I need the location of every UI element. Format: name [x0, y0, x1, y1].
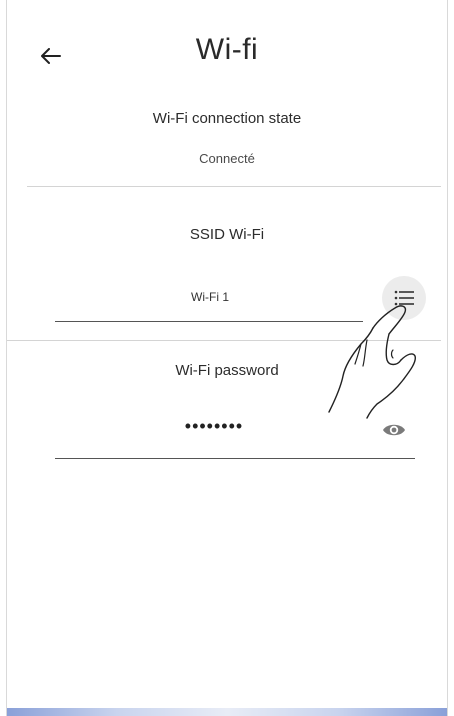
ssid-label: SSID Wi-Fi [189, 226, 265, 243]
toggle-password-visibility-button[interactable] [379, 418, 409, 442]
ssid-input[interactable] [143, 284, 277, 310]
divider [27, 186, 441, 187]
password-input-underline [55, 458, 415, 459]
wifi-settings-screen: Wi-fi Wi-Fi connection state Connecté SS… [6, 0, 448, 716]
connection-state-label: Wi-Fi connection state [152, 110, 302, 127]
pointing-hand-icon [328, 305, 416, 419]
password-input[interactable] [157, 412, 271, 440]
page-title: Wi-fi [195, 33, 259, 66]
connection-state-value: Connecté [199, 151, 255, 166]
ssid-input-underline [55, 321, 363, 322]
eye-icon [383, 424, 405, 436]
